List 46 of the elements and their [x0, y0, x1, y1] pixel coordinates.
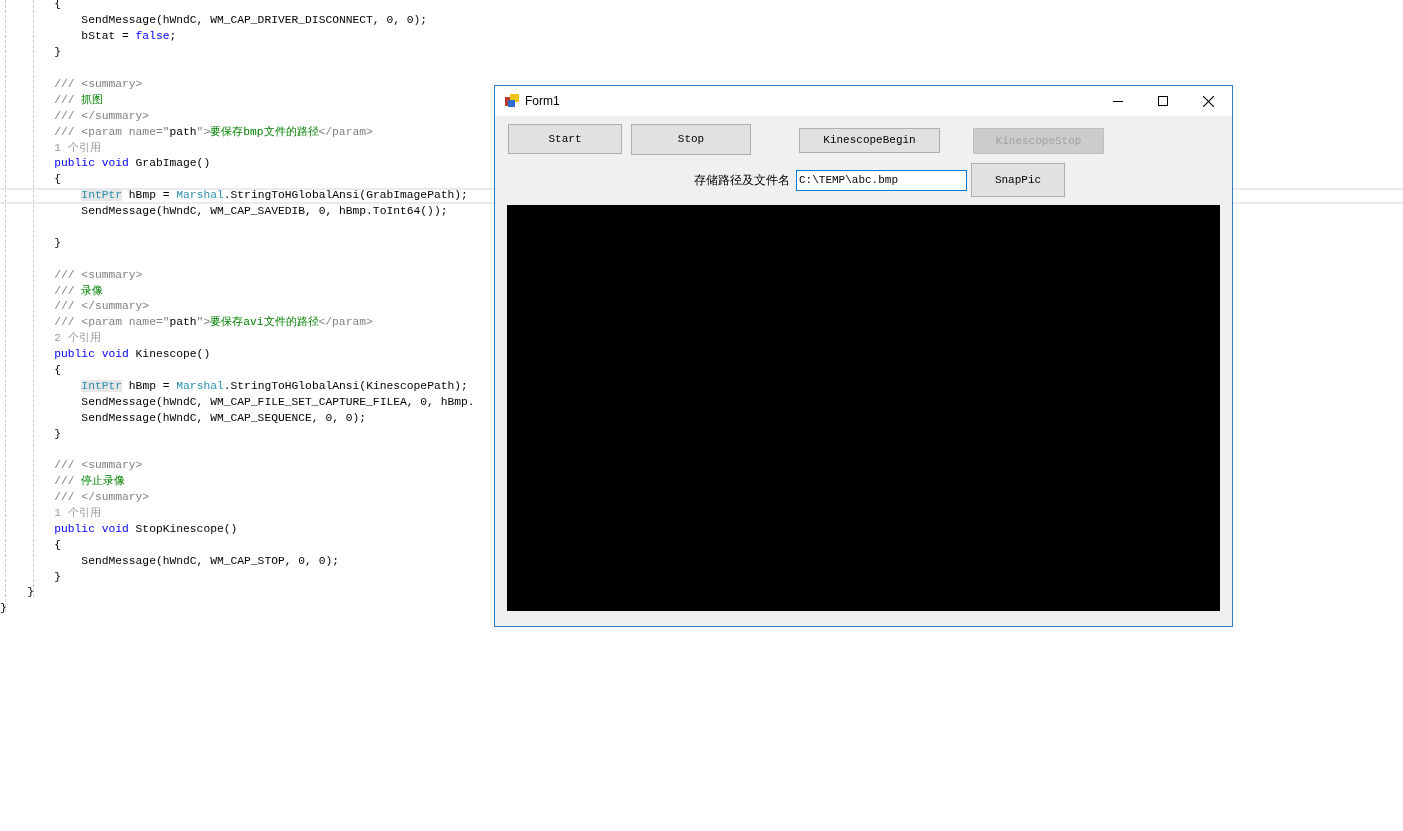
- form-button[interactable]: Start: [508, 124, 622, 154]
- window-title: Form1: [525, 93, 560, 110]
- code-line: {: [53, 172, 61, 188]
- code-line: /// 录像: [53, 283, 104, 299]
- code-line: }: [26, 585, 34, 601]
- close-icon[interactable]: [1203, 95, 1214, 107]
- form-button[interactable]: Stop: [631, 124, 751, 155]
- code-line: public void GrabImage(): [53, 156, 211, 172]
- code-line: IntPtr hBmp = Marshal.StringToHGlobalAnsi(GrabImagePath);: [80, 188, 468, 204]
- code-line: /// <summary>: [53, 267, 143, 283]
- code-line: }: [0, 601, 7, 617]
- path-label: 存储路径及文件名: [694, 172, 790, 189]
- code-line: {: [53, 537, 61, 553]
- snap-button[interactable]: SnapPic: [971, 163, 1065, 197]
- code-line: /// <summary>: [53, 76, 143, 92]
- code-line: /// 停止录像: [53, 474, 126, 490]
- code-line: /// <param name="path">要保存avi文件的路径</param>: [53, 315, 373, 331]
- code-line: /// </summary>: [53, 108, 150, 124]
- code-line: }: [53, 569, 61, 585]
- code-line: {: [53, 362, 61, 378]
- code-line: SendMessage(hWndC, WM_CAP_STOP, 0, 0);: [80, 553, 339, 569]
- code-line: }: [53, 235, 61, 251]
- code-line: SendMessage(hWndC, WM_CAP_FILE_SET_CAPTURE_FILEA, 0, hBmp.: [80, 394, 475, 410]
- code-line: 1 个引用: [53, 506, 101, 521]
- code-line: 2 个引用: [53, 331, 101, 347]
- code-line: public void StopKinescope(): [53, 521, 238, 537]
- path-field[interactable]: C:\TEMP\abc.bmp: [796, 169, 967, 191]
- code-line: {: [53, 0, 61, 13]
- form-button[interactable]: KinescopeBegin: [799, 128, 940, 153]
- code-line: bStat = false;: [80, 29, 177, 45]
- minimize-icon[interactable]: [1113, 100, 1123, 102]
- maximize-icon[interactable]: [1158, 96, 1168, 106]
- code-line: SendMessage(hWndC, WM_CAP_SEQUENCE, 0, 0);: [80, 410, 367, 426]
- code-line: SendMessage(hWndC, WM_CAP_DRIVER_DISCONNECT, 0, 0);: [80, 13, 428, 29]
- code-line: }: [53, 45, 61, 61]
- code-line: /// 抓图: [53, 92, 104, 108]
- code-line: /// </summary>: [53, 490, 150, 506]
- code-line: /// </summary>: [53, 299, 150, 315]
- code-line: IntPtr hBmp = Marshal.StringToHGlobalAnsi(KinescopePath);: [80, 378, 468, 394]
- code-line: /// <summary>: [53, 458, 143, 474]
- code-line: SendMessage(hWndC, WM_CAP_SAVEDIB, 0, hBmp.ToInt64());: [80, 204, 448, 220]
- code-line: /// <param name="path">要保存bmp文件的路径</param>: [53, 124, 373, 140]
- app-icon: [505, 94, 519, 108]
- code-line: public void Kinescope(): [53, 347, 211, 363]
- code-line: }: [53, 426, 61, 442]
- code-line: 1 个引用: [53, 140, 101, 156]
